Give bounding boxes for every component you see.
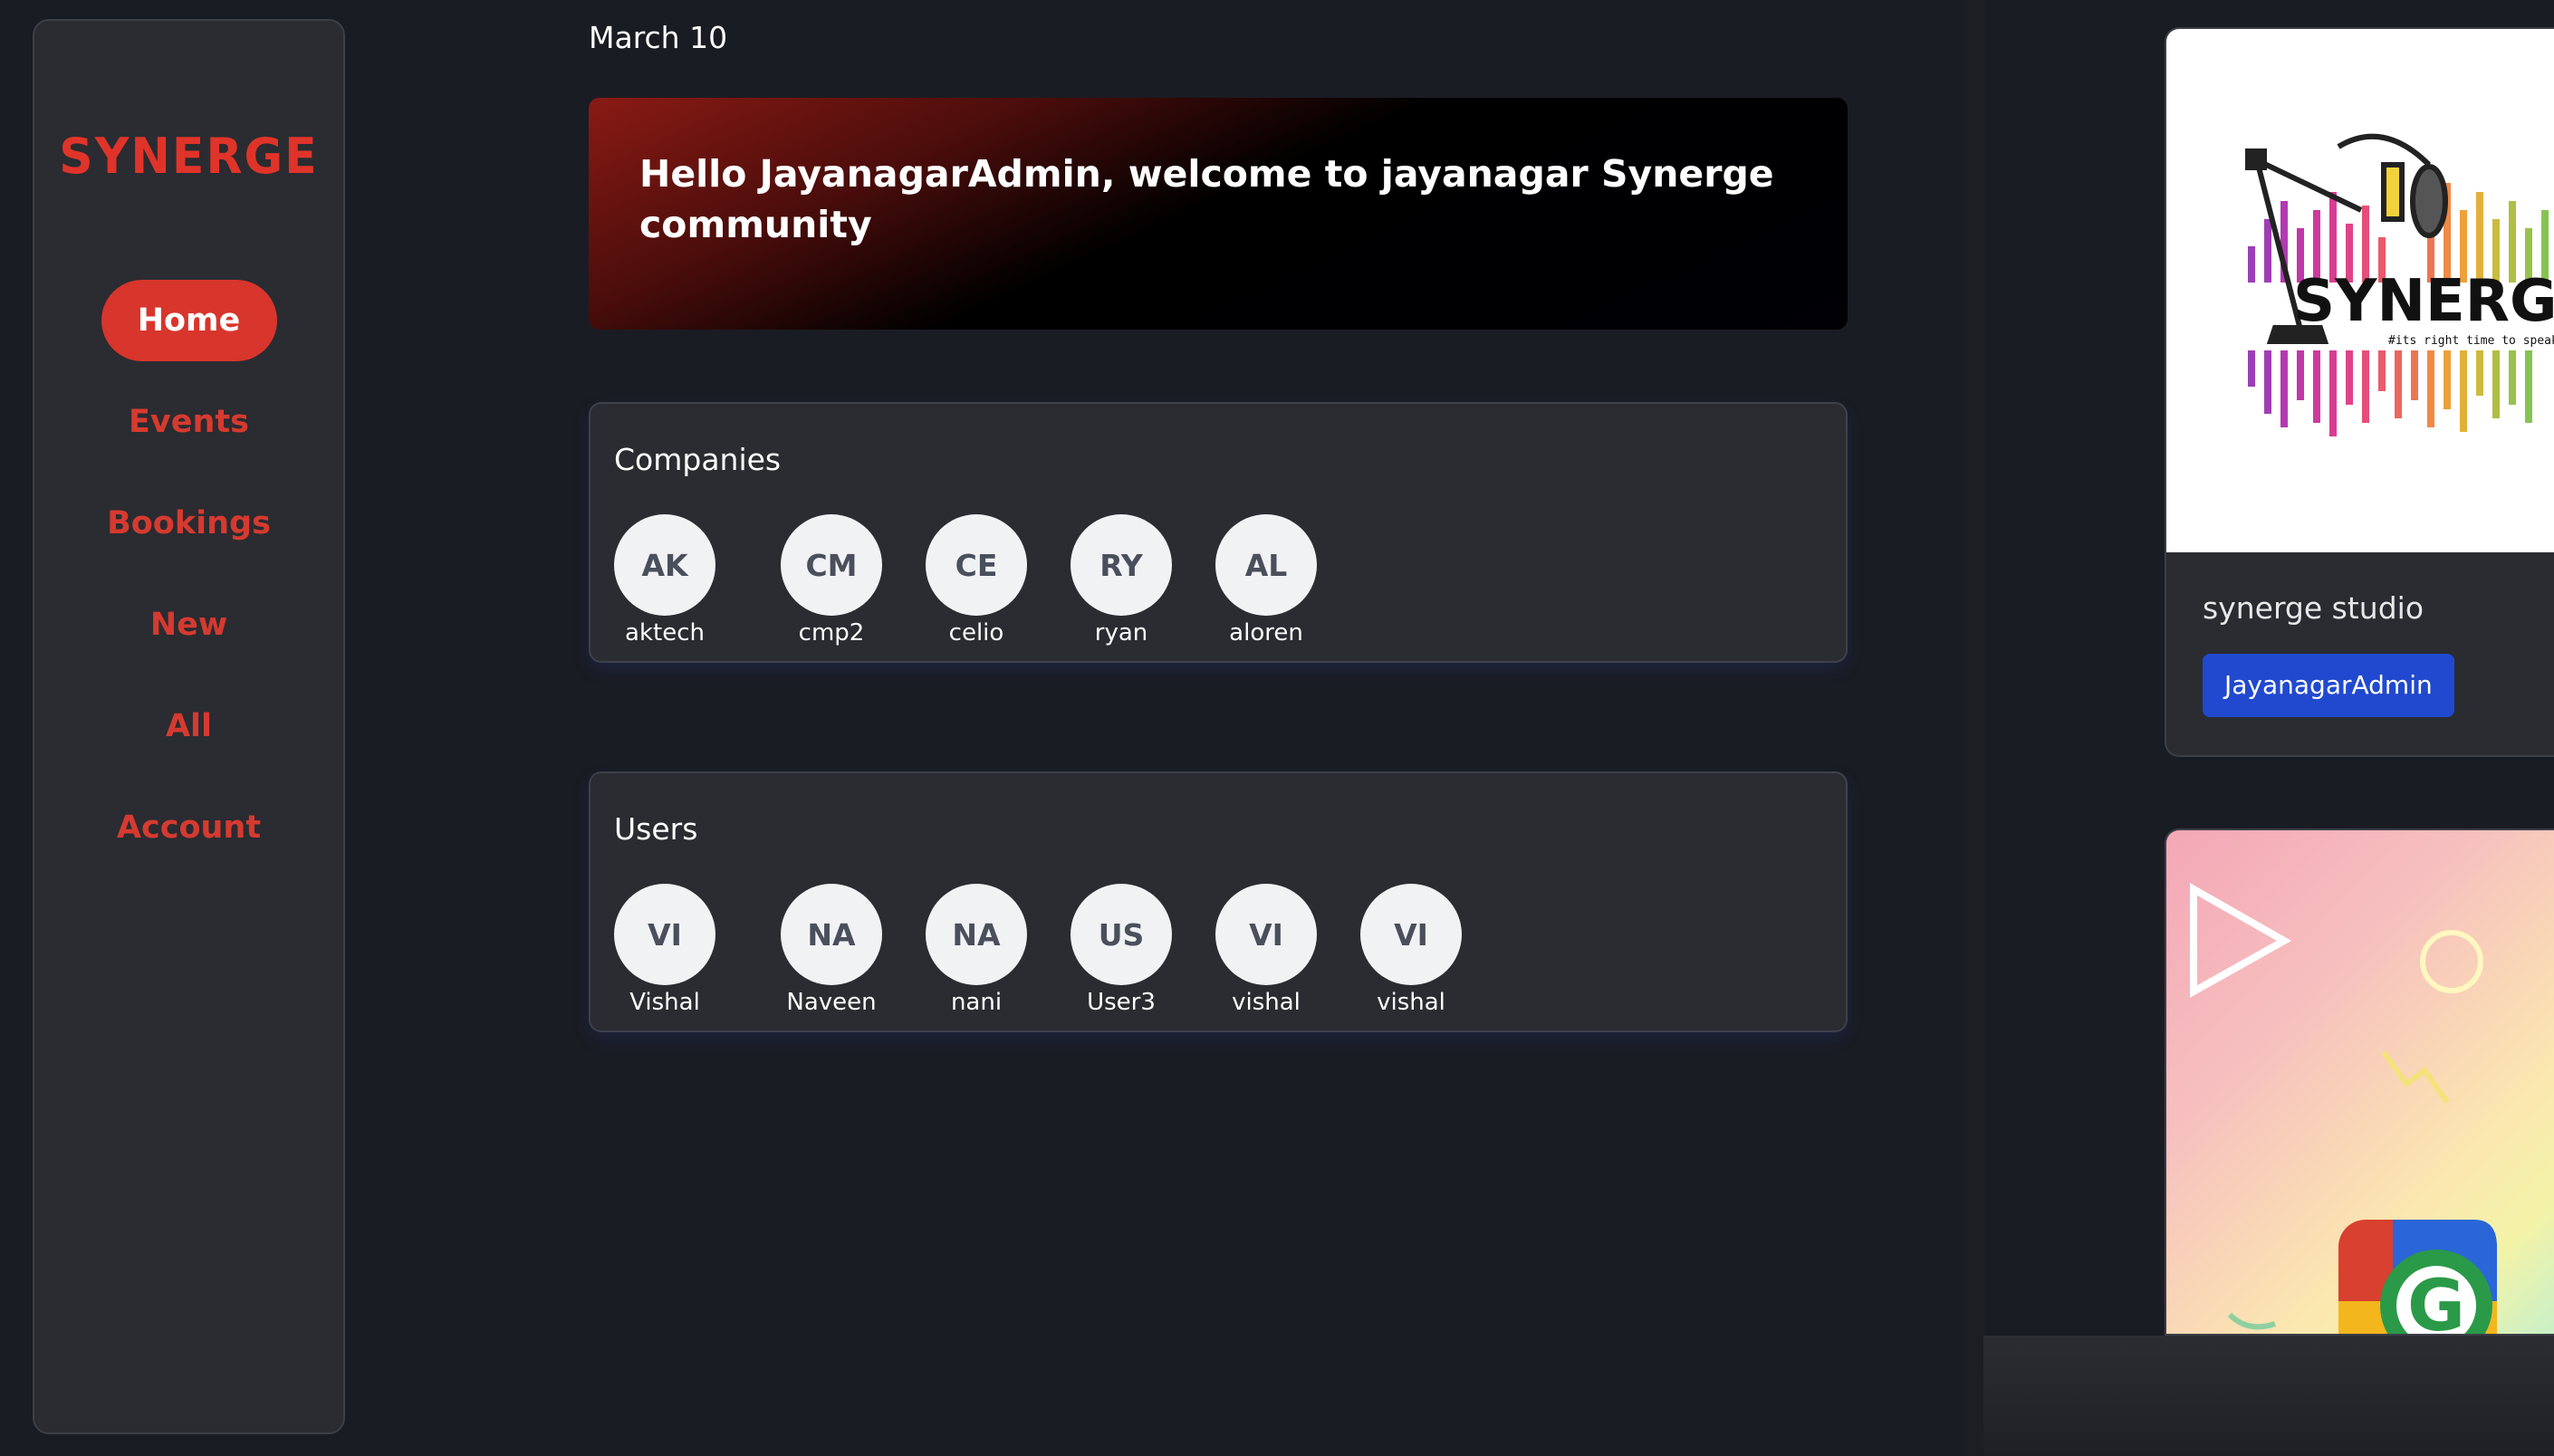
users-card: Users VI Vishal NA Naveen NA nani US Use…: [589, 771, 1848, 1032]
bottom-overlay: [1983, 1336, 2554, 1456]
companies-title: Companies: [614, 442, 782, 477]
sidebar-nav: Home Events Bookings New All Account: [34, 280, 343, 888]
user-name: vishal: [1232, 989, 1301, 1016]
avatar: CM: [781, 514, 882, 616]
company-item[interactable]: CE celio: [904, 514, 1049, 647]
equalizer-bars-bottom-icon: [2248, 350, 2532, 436]
studio-logo-image: SYNERGE #its right time to speak: [2166, 29, 2554, 552]
welcome-banner: Hello JayanagarAdmin, welcome to jayanag…: [589, 98, 1848, 330]
companies-list: AK aktech CM cmp2 CE celio RY ryan AL al…: [614, 514, 1339, 647]
sidebar-item-new[interactable]: New: [101, 584, 277, 666]
avatar: VI: [1215, 884, 1317, 985]
user-item[interactable]: VI Vishal: [614, 884, 715, 1016]
user-item[interactable]: NA nani: [904, 884, 1049, 1016]
promo-graphic: G: [2190, 883, 2497, 1336]
avatar: VI: [614, 884, 715, 985]
companies-card: Companies AK aktech CM cmp2 CE celio RY …: [589, 402, 1848, 663]
zigzag-shape-icon: [2381, 1050, 2450, 1104]
curve-shape-icon: [2227, 1312, 2276, 1330]
user-item[interactable]: VI vishal: [1194, 884, 1339, 1016]
avatar: NA: [781, 884, 882, 985]
studio-logo-graphic: SYNERGE #its right time to speak: [2245, 133, 2554, 436]
company-item[interactable]: RY ryan: [1049, 514, 1194, 647]
studio-card[interactable]: SYNERGE #its right time to speak synerge…: [2165, 27, 2554, 757]
user-item[interactable]: VI vishal: [1339, 884, 1483, 1016]
avatar: RY: [1071, 514, 1172, 616]
user-name: Naveen: [786, 989, 877, 1016]
play-triangle-icon: [2190, 883, 2292, 998]
promo-card[interactable]: G: [2165, 829, 2554, 1336]
sidebar-item-events[interactable]: Events: [101, 381, 277, 463]
users-title: Users: [614, 811, 698, 847]
sidebar-item-home[interactable]: Home: [101, 280, 277, 361]
user-item[interactable]: US User3: [1049, 884, 1194, 1016]
admin-button[interactable]: JayanagarAdmin: [2203, 654, 2454, 717]
company-name: cmp2: [798, 619, 865, 647]
sidebar-item-account[interactable]: Account: [101, 787, 277, 868]
synerge-logo[interactable]: SYNERGE: [34, 129, 343, 186]
user-name: User3: [1087, 989, 1156, 1016]
page-date: March 10: [589, 20, 728, 55]
avatar: US: [1071, 884, 1172, 985]
sidebar-item-all[interactable]: All: [101, 685, 277, 767]
company-name: ryan: [1094, 619, 1148, 647]
sidebar-item-bookings[interactable]: Bookings: [101, 483, 277, 564]
google-g-icon: G: [2338, 1220, 2497, 1336]
company-name: aktech: [625, 619, 705, 647]
circle-shape-icon: [2420, 930, 2483, 993]
avatar: AK: [614, 514, 715, 616]
avatar: AL: [1215, 514, 1317, 616]
user-name: nani: [950, 989, 1003, 1016]
panel-divider: [1964, 0, 1985, 1456]
svg-text:G: G: [2407, 1266, 2465, 1336]
company-item[interactable]: AL aloren: [1194, 514, 1339, 647]
company-item[interactable]: CM cmp2: [759, 514, 904, 647]
users-list: VI Vishal NA Naveen NA nani US User3 VI …: [614, 884, 1483, 1016]
sidebar: SYNERGE Home Events Bookings New All Acc…: [33, 19, 345, 1434]
welcome-message: Hello JayanagarAdmin, welcome to jayanag…: [639, 152, 1774, 246]
user-name: Vishal: [629, 989, 700, 1016]
company-name: celio: [948, 619, 1004, 647]
avatar: VI: [1360, 884, 1462, 985]
studio-tagline: #its right time to speak: [2388, 334, 2554, 348]
user-name: vishal: [1377, 989, 1445, 1016]
company-name: aloren: [1229, 619, 1303, 647]
company-item[interactable]: AK aktech: [614, 514, 715, 647]
avatar: NA: [926, 884, 1027, 985]
studio-name: synerge studio: [2203, 590, 2424, 626]
studio-logo-text: SYNERGE: [2293, 268, 2554, 335]
avatar: CE: [926, 514, 1027, 616]
user-item[interactable]: NA Naveen: [759, 884, 904, 1016]
